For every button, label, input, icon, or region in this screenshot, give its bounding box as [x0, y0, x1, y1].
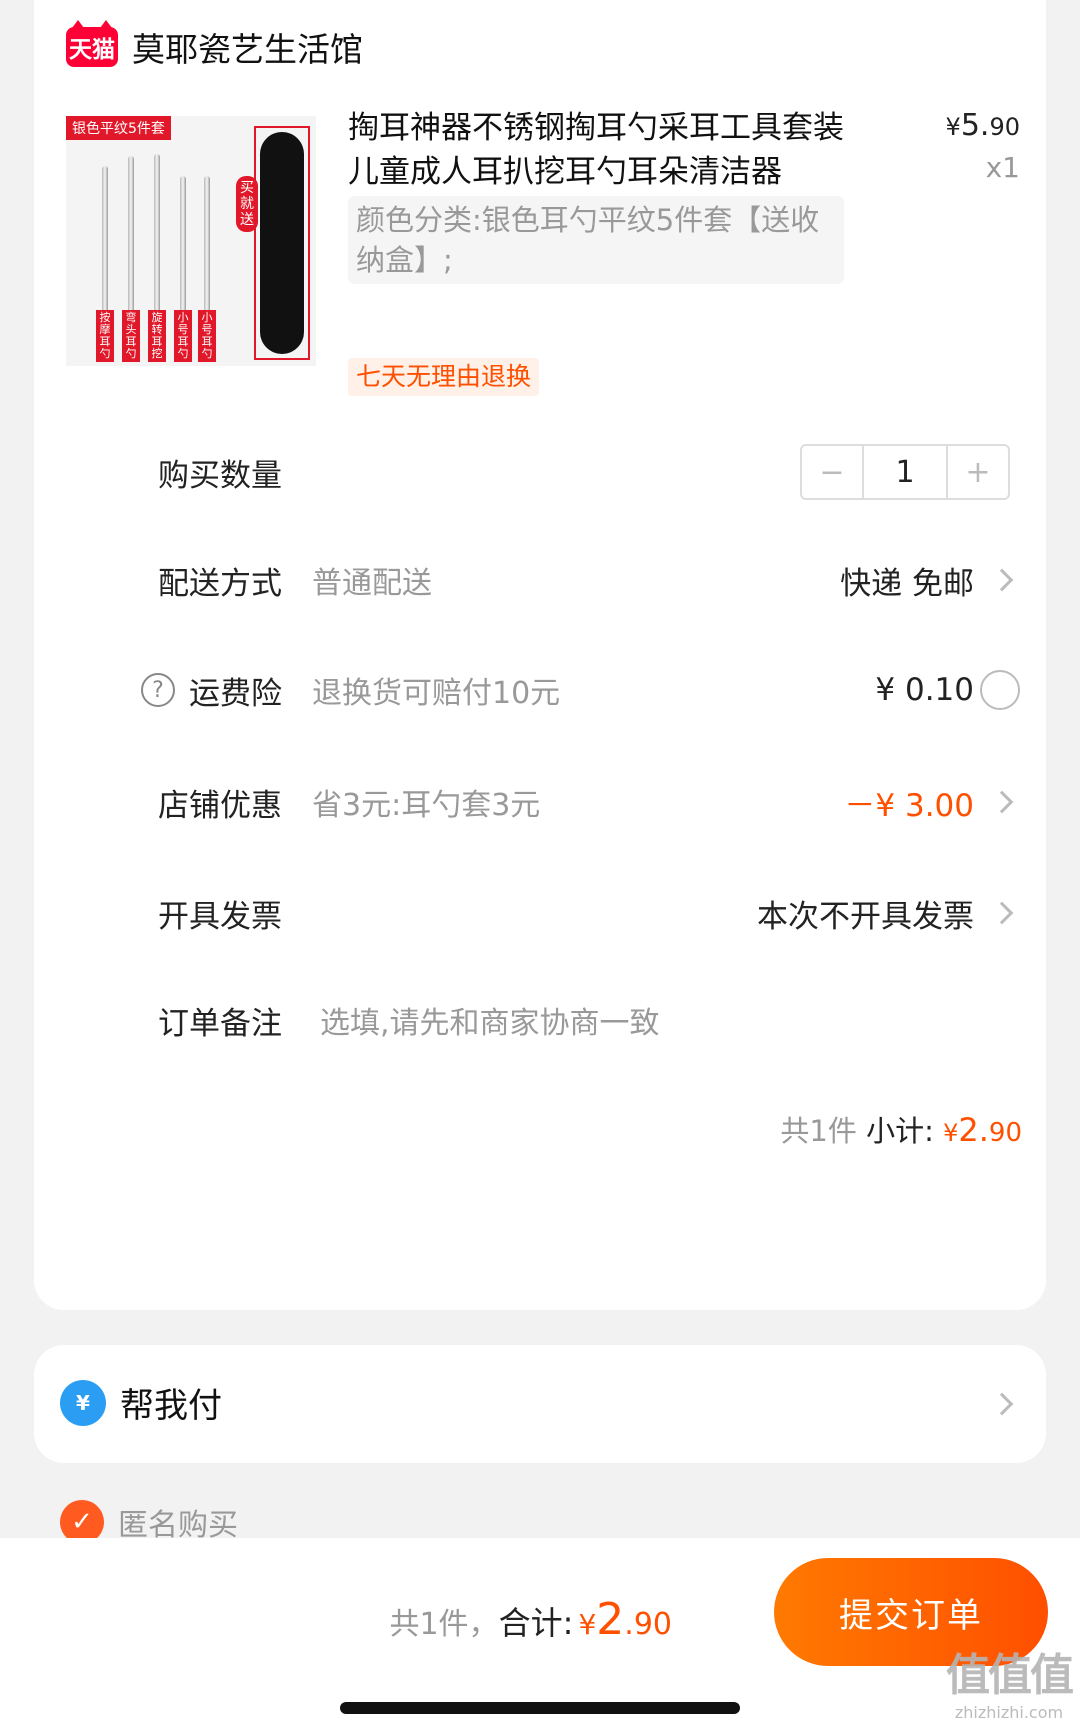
home-indicator[interactable] [340, 1702, 740, 1714]
note-input[interactable]: 选填,请先和商家协商一致 [320, 998, 660, 1042]
total-integer: 2 [596, 1594, 625, 1645]
insurance-price: ¥ 0.10 [875, 672, 974, 708]
sku-selector[interactable]: 颜色分类:银色耳勺平纹5件套【送收纳盒】; [348, 196, 844, 284]
tool-shape [102, 166, 108, 326]
shop-name[interactable]: 莫耶瓷艺生活馆 [132, 23, 363, 71]
note-label: 订单备注 [158, 1005, 282, 1042]
subtotal-symbol: ¥ [943, 1119, 959, 1147]
total-label: 合计: [498, 1604, 574, 1642]
chevron-right-icon [990, 568, 1014, 592]
tool-label: 小号耳勺 [198, 310, 216, 362]
tool-label: 弯头耳勺 [122, 310, 140, 362]
unit-price: ¥5.90 x1 [946, 108, 1020, 184]
total-decimal: .90 [624, 1607, 672, 1642]
chevron-right-icon [990, 790, 1014, 814]
chevron-right-icon [990, 1392, 1014, 1416]
subtotal-count: 共1件 [780, 1114, 857, 1148]
watermark-logo: 值值值 [946, 1650, 1074, 1701]
insurance-radio[interactable] [980, 670, 1020, 710]
yuan-coin-icon: ¥ [60, 1380, 106, 1426]
quantity-label: 购买数量 [158, 457, 282, 494]
quantity-stepper: − 1 + [800, 444, 1010, 500]
return-policy-tag: 七天无理由退换 [348, 358, 540, 396]
invoice-row[interactable]: 开具发票 本次不开具发票 [34, 883, 1046, 943]
tool-shape [204, 176, 210, 326]
tool-label: 按摩耳勺 [96, 310, 114, 362]
subtotal-label: 小计: [866, 1114, 934, 1148]
tmall-logo-icon: 天猫 [66, 20, 118, 67]
shop-header[interactable]: 天猫 莫耶瓷艺生活馆 [66, 20, 363, 72]
shipping-row[interactable]: 配送方式 普通配送 快递 免邮 [34, 550, 1046, 610]
tool-shape [128, 156, 134, 326]
insurance-label-group: ? 运费险 [141, 668, 282, 713]
product-title[interactable]: 掏耳神器不锈钢掏耳勺采耳工具套装儿童成人耳扒挖耳勺耳朵清洁器 [348, 106, 848, 194]
watermark-url: zhizhizhi.com [954, 1703, 1064, 1722]
subtotal: 共1件 小计: ¥2.90 [780, 1108, 1022, 1150]
discount-value: 省3元:耳勺套3元 [312, 788, 541, 823]
pay-for-me-card[interactable]: ¥ 帮我付 [34, 1345, 1046, 1463]
subtotal-integer: 2. [958, 1111, 989, 1149]
shipping-method: 快递 免邮 [840, 565, 974, 602]
product-image[interactable]: 银色平纹5件套 按摩耳勺 弯头耳勺 旋转耳挖 小号耳勺 小号耳勺 买就送 [66, 116, 316, 366]
price-decimal: 90 [989, 113, 1020, 141]
discount-row[interactable]: 店铺优惠 省3元:耳勺套3元 －¥ 3.00 [34, 772, 1046, 832]
increment-button[interactable]: + [948, 446, 1008, 498]
quantity-input[interactable]: 1 [862, 446, 948, 498]
tool-label: 旋转耳挖 [148, 310, 166, 362]
checkout-bar: 共1件，合计: ¥2.90 提交订单 值值值 zhizhizhi.com [0, 1538, 1080, 1730]
order-card: 天猫 莫耶瓷艺生活馆 银色平纹5件套 按摩耳勺 弯头耳勺 旋转耳挖 小号耳勺 小… [34, 0, 1046, 1310]
storage-case [254, 126, 310, 360]
pay-for-me-label: 帮我付 [120, 1386, 222, 1426]
invoice-value: 本次不开具发票 [757, 898, 974, 935]
image-tag: 银色平纹5件套 [66, 116, 171, 140]
tool-shape [154, 154, 160, 326]
insurance-row: ? 运费险 退换货可赔付10元 ¥ 0.10 [34, 660, 1046, 720]
subtotal-decimal: 90 [988, 1118, 1022, 1148]
chevron-right-icon [990, 901, 1014, 925]
help-icon[interactable]: ? [141, 673, 175, 707]
insurance-value: 退换货可赔付10元 [312, 676, 561, 711]
order-total: 共1件，合计: ¥2.90 [389, 1594, 672, 1645]
discount-label: 店铺优惠 [158, 787, 282, 824]
decrement-button[interactable]: − [802, 446, 862, 498]
total-count: 共1件， [389, 1607, 499, 1642]
price-integer: 5. [960, 108, 990, 143]
discount-amount: －¥ 3.00 [844, 787, 974, 824]
shipping-value: 普通配送 [312, 566, 432, 601]
shipping-label: 配送方式 [158, 565, 282, 602]
item-quantity: x1 [985, 151, 1020, 184]
total-symbol: ¥ [578, 1608, 597, 1641]
note-row: 订单备注 选填,请先和商家协商一致 [34, 990, 1046, 1050]
tool-shape [180, 176, 186, 326]
insurance-label: 运费险 [189, 675, 282, 712]
tool-label: 小号耳勺 [174, 310, 192, 362]
currency-symbol: ¥ [945, 113, 961, 141]
site-watermark: 值值值 zhizhizhi.com [946, 1639, 1074, 1722]
invoice-label: 开具发票 [158, 898, 282, 935]
quantity-row: 购买数量 − 1 + [34, 442, 1046, 502]
